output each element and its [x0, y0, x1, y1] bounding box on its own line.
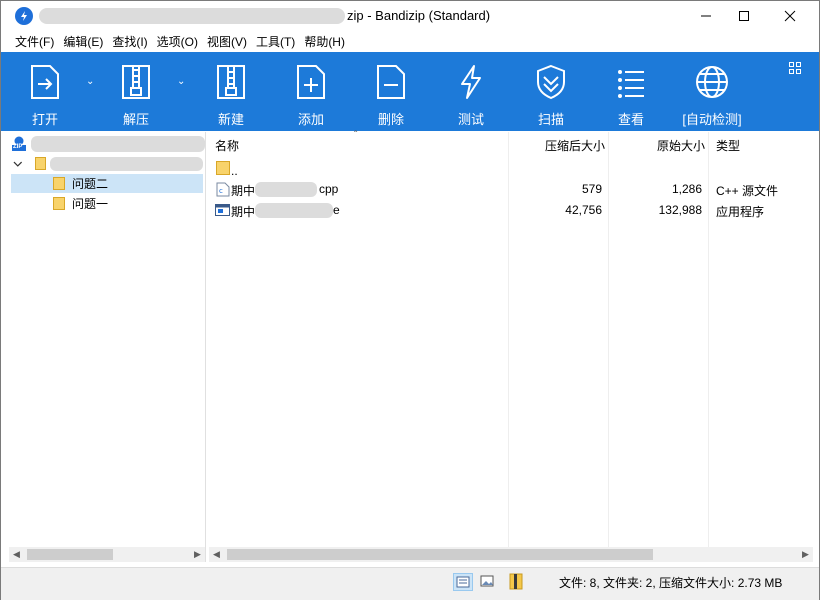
column-header-type[interactable]: 类型 — [716, 132, 806, 158]
tree-item-problem-1[interactable]: 问题一 — [11, 194, 203, 213]
list-row-parent[interactable]: .. — [209, 158, 813, 179]
original-size: 1,286 — [671, 182, 702, 196]
test-label: 测试 — [457, 112, 484, 127]
view-label: 查看 — [617, 112, 644, 127]
extract-zip-icon — [122, 65, 150, 99]
original-size: 132,988 — [658, 203, 702, 217]
maximize-button[interactable] — [721, 1, 767, 31]
scroll-left-arrow-icon[interactable]: ◀ — [209, 547, 224, 562]
tree-item-problem-2[interactable]: 问题二 — [11, 174, 203, 193]
zip-folder-icon — [509, 573, 523, 590]
sort-ascending-icon: ˆ — [354, 130, 358, 141]
test-lightning-icon — [461, 65, 481, 99]
window-title: zip - Bandizip (Standard) — [347, 8, 491, 23]
file-name-suffix: cpp — [319, 182, 339, 196]
autodetect-label: [自动检测] — [682, 112, 742, 127]
extract-button[interactable]: 解压 — [106, 52, 166, 131]
add-button[interactable]: 添加 — [281, 52, 341, 131]
zip-badge-text: ZIP — [13, 143, 23, 150]
column-header-name[interactable]: 名称 — [215, 132, 505, 158]
status-bar: 文件: 8, 文件夹: 2, 压缩文件大小: 2.73 MB — [1, 567, 819, 600]
autodetect-button[interactable]: [自动检测] — [677, 52, 747, 131]
file-name-redacted — [255, 203, 333, 218]
delete-label: 删除 — [377, 112, 404, 127]
file-name-prefix: 期中 — [231, 184, 256, 198]
thumbnail-view-button[interactable] — [478, 573, 498, 591]
menu-help[interactable]: 帮助(H) — [290, 31, 350, 52]
details-view-icon — [456, 576, 470, 588]
menu-bar: 文件(F) 编辑(E) 查找(I) 选项(O) 视图(V) 工具(T) 帮助(H… — [1, 31, 819, 52]
tree-item-label: 问题一 — [72, 197, 109, 211]
column-header-compressed[interactable]: 压缩后大小 — [509, 132, 605, 158]
test-button[interactable]: 测试 — [441, 52, 501, 131]
compressed-size: 579 — [581, 182, 602, 196]
view-button[interactable]: 查看 — [601, 52, 661, 131]
tree-item-label: 问题二 — [72, 177, 109, 191]
file-type: C++ 源文件 — [716, 184, 779, 198]
list-row-exe[interactable]: 期中 e 42,756 132,988 应用程序 — [209, 200, 813, 221]
folder-icon — [53, 177, 65, 190]
file-name-prefix: 期中 — [231, 205, 256, 219]
delete-button[interactable]: 删除 — [361, 52, 421, 131]
list-row-cpp[interactable]: c 期中 cpp 579 1,286 C++ 源文件 — [209, 179, 813, 200]
file-name-redacted — [255, 182, 317, 197]
chevron-down-icon[interactable] — [13, 159, 23, 169]
extract-label: 解压 — [122, 112, 149, 127]
toolbar: 打开 ⌄ 解压 ⌄ 新建 添加 删除 测试 扫描 查看 [自动检测] — [1, 52, 819, 131]
app-window: zip - Bandizip (Standard) 文件(F) 编辑(E) 查找… — [0, 0, 820, 600]
scroll-left-arrow-icon[interactable]: ◀ — [9, 547, 24, 562]
new-label: 新建 — [217, 112, 244, 127]
file-name: .. — [231, 164, 238, 178]
file-type: 应用程序 — [716, 205, 765, 219]
tree-root[interactable]: ZIP — [11, 134, 205, 153]
tree-folder-root[interactable] — [13, 154, 204, 173]
details-view-button[interactable] — [453, 573, 473, 591]
folder-icon — [216, 161, 230, 175]
layout-grid-icon[interactable] — [789, 62, 801, 74]
open-button[interactable]: 打开 — [15, 52, 75, 131]
scroll-thumb[interactable] — [227, 549, 653, 560]
folder-icon — [34, 157, 47, 170]
file-list: 名称 ˆ 压缩后大小 原始大小 类型 .. c 期中 cpp 579 1,286… — [209, 130, 813, 562]
add-label: 添加 — [297, 112, 324, 127]
svg-text:c: c — [219, 187, 223, 195]
globe-icon — [696, 66, 728, 98]
tree-horizontal-scrollbar[interactable]: ◀ ▶ — [9, 547, 205, 562]
list-view-icon — [618, 70, 644, 98]
extract-dropdown-chevron-icon[interactable]: ⌄ — [177, 76, 185, 87]
image-view-icon — [480, 575, 494, 587]
folder-icon — [53, 197, 65, 210]
new-button[interactable]: 新建 — [201, 52, 261, 131]
scan-button[interactable]: 扫描 — [521, 52, 581, 131]
title-bar: zip - Bandizip (Standard) — [1, 1, 819, 31]
open-label: 打开 — [31, 112, 58, 127]
scroll-right-arrow-icon[interactable]: ▶ — [190, 547, 205, 562]
archive-name-redacted — [31, 135, 205, 152]
zip-archive-icon: ZIP — [11, 136, 27, 152]
scroll-right-arrow-icon[interactable]: ▶ — [798, 547, 813, 562]
archive-info-button[interactable] — [508, 572, 526, 592]
file-name-suffix: e — [333, 203, 340, 217]
open-dropdown-chevron-icon[interactable]: ⌄ — [86, 76, 94, 87]
scan-label: 扫描 — [537, 112, 564, 127]
compressed-size: 42,756 — [565, 203, 602, 217]
title-redacted — [39, 8, 345, 24]
new-archive-icon — [217, 65, 245, 99]
shield-icon — [537, 64, 565, 100]
delete-file-icon — [377, 65, 405, 99]
folder-tree: ZIP 问题二 问题一 ◀ ▶ — [9, 132, 206, 562]
folder-name-redacted — [50, 156, 204, 171]
scroll-thumb[interactable] — [27, 549, 113, 560]
add-file-icon — [297, 65, 325, 99]
close-button[interactable] — [767, 1, 813, 31]
open-icon — [31, 65, 59, 99]
column-header-original[interactable]: 原始大小 — [609, 132, 705, 158]
status-summary: 文件: 8, 文件夹: 2, 压缩文件大小: 2.73 MB — [559, 576, 783, 590]
bandizip-logo-icon — [15, 7, 33, 25]
list-horizontal-scrollbar[interactable]: ◀ ▶ — [209, 547, 813, 562]
cpp-file-icon: c — [216, 182, 230, 197]
exe-file-icon — [215, 204, 230, 216]
